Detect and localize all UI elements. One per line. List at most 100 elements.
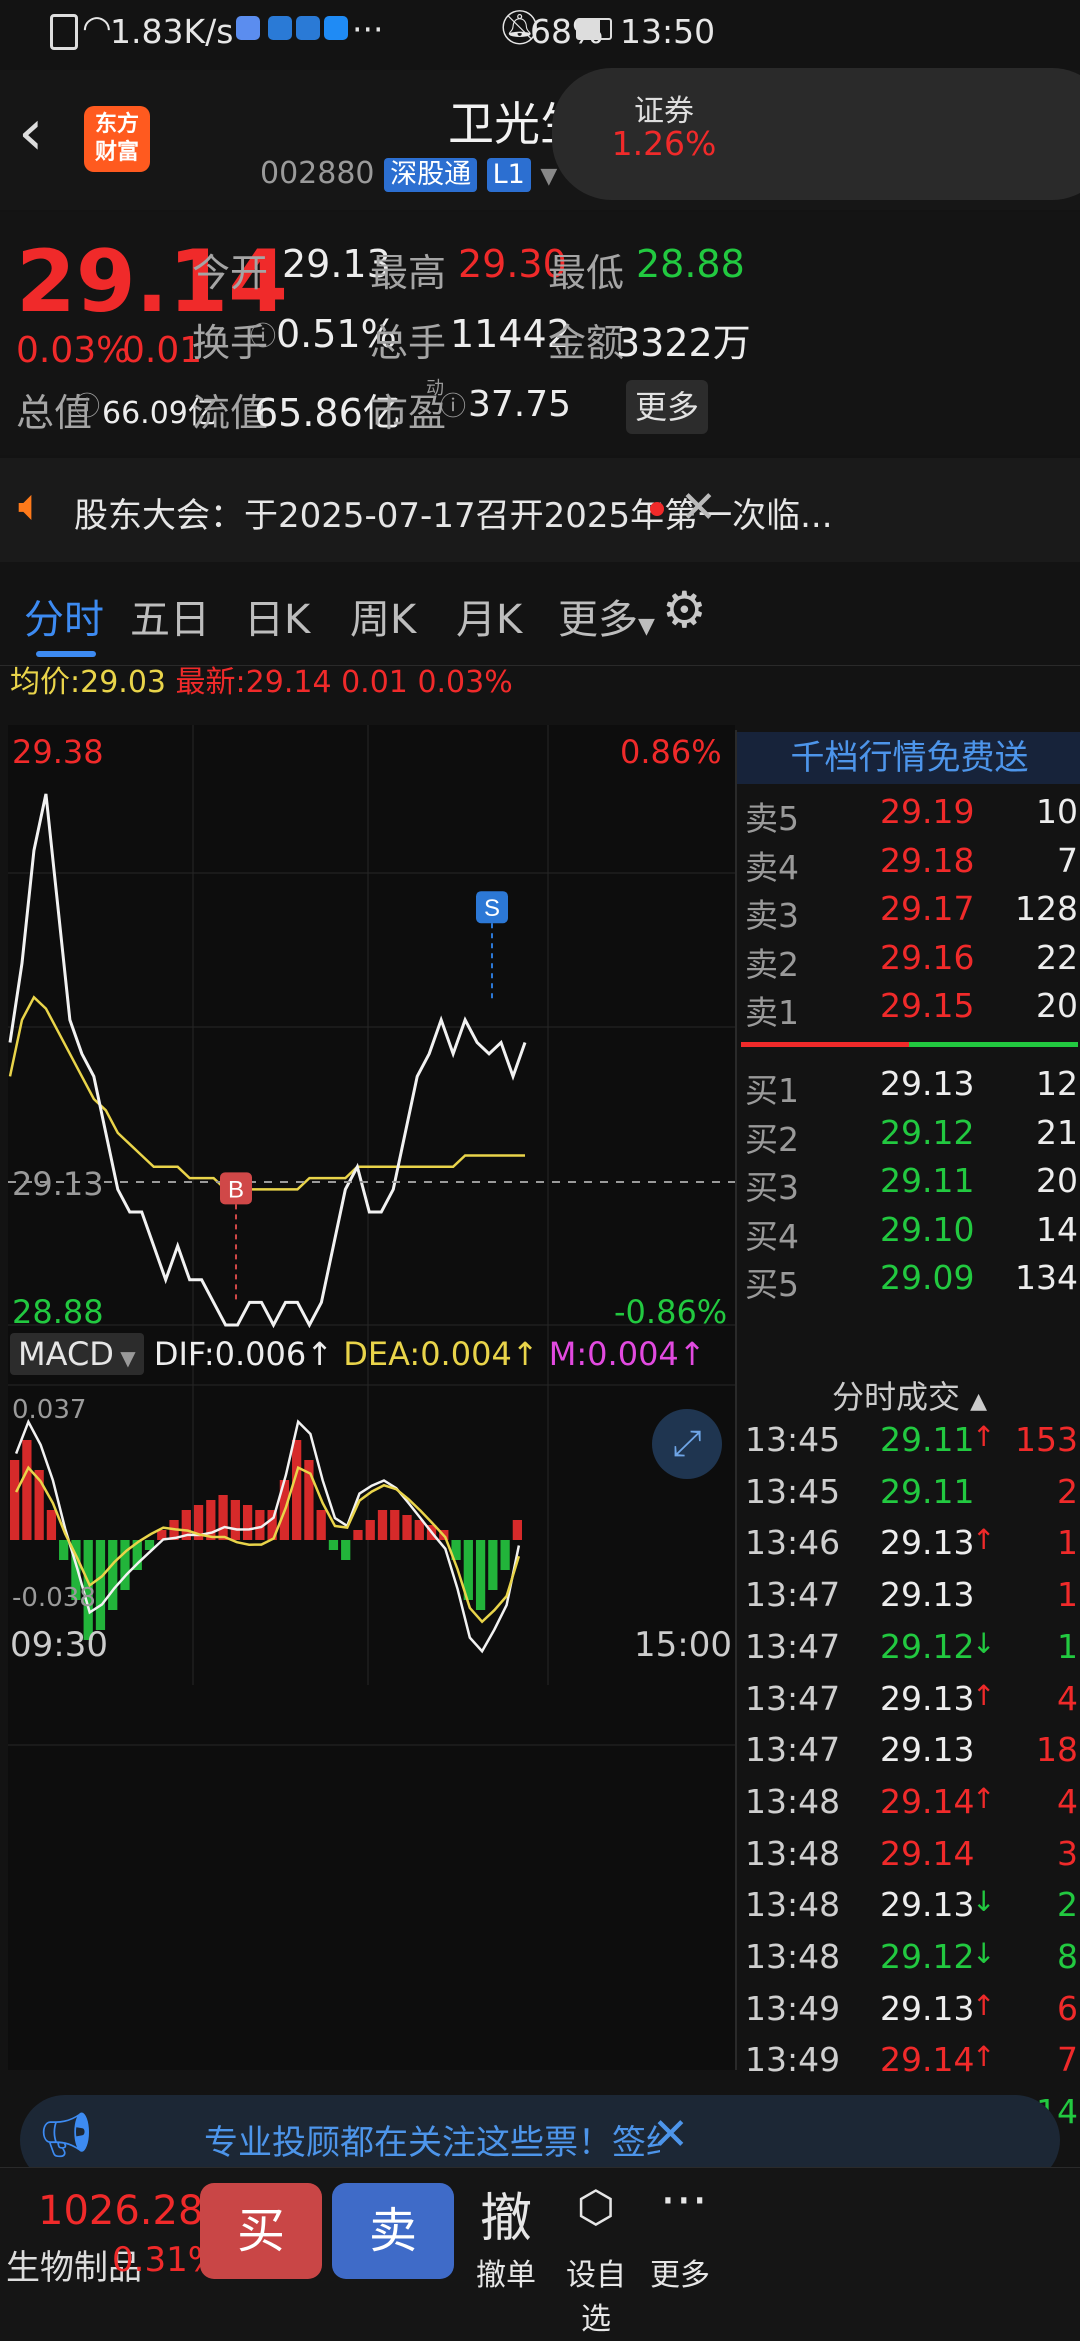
m-value: M:0.004 [548, 1335, 679, 1373]
buy-marker-label: B [228, 1176, 244, 1203]
chart-svg[interactable]: BS [0, 725, 735, 2070]
buy-row: 买4 29.10 14 [737, 1210, 1080, 1258]
buy-volume: 14 [1036, 1209, 1078, 1249]
open-label: 今开 [192, 251, 269, 295]
change-amount: 0.01 [122, 330, 203, 371]
sell-price: 29.17 [880, 889, 975, 928]
sell-button[interactable]: 卖 [332, 2183, 454, 2279]
tick-volume: 153 [1015, 1420, 1078, 1459]
chart-info-line: 均价:29.03 最新:29.14 0.01 0.03% [10, 657, 513, 701]
buy-volume: 12 [1036, 1064, 1078, 1103]
watchlist-icon[interactable]: ⬡ [574, 2182, 618, 2233]
latest-label: 最新: [175, 665, 246, 700]
tab-more[interactable]: 更多▼ [558, 587, 655, 645]
tick-time: 13:48 [745, 1781, 841, 1821]
dropdown-icon: ▼ [540, 164, 558, 189]
ticks-title[interactable]: 分时成交 ▲ [737, 1372, 1080, 1418]
more-label[interactable]: 更多 [650, 2250, 710, 2294]
net-speed: 1.83K/s [110, 12, 234, 51]
macd-bar [242, 1505, 253, 1540]
clock: 13:50 [620, 12, 716, 51]
index-value[interactable]: 1026.28 [38, 2188, 203, 2234]
volume-label: 总手 [370, 321, 447, 365]
tick-time: 13:46 [745, 1523, 841, 1563]
stock-code-row[interactable]: 002880 深股通 L1 ▼ [260, 156, 557, 192]
tick-time: 13:47 [745, 1626, 841, 1666]
macd-bar [328, 1540, 339, 1550]
tick-price: 29.11 [880, 1420, 975, 1459]
info-icon[interactable]: ⓘ [74, 386, 100, 423]
buy-button[interactable]: 买 [200, 2183, 322, 2279]
tick-row: 13:48 29.12 ↓ 8 [737, 1937, 1080, 1987]
banner-text: 专业投顾都在关注这些票！签约领取5 [204, 2123, 660, 2163]
sell-volume: 20 [1036, 986, 1078, 1025]
buy-price: 29.13 [880, 1064, 975, 1103]
cancel-icon[interactable]: 撤 [476, 2176, 536, 2251]
more-quote-button[interactable]: 更多 [626, 380, 708, 434]
tick-row: 13:48 29.14 3 [737, 1834, 1080, 1884]
tab-monthly-k[interactable]: 月K [456, 587, 522, 645]
tick-volume: 4 [1057, 1678, 1078, 1718]
battery-icon [576, 18, 612, 40]
tab-intraday[interactable]: 分时 [24, 587, 104, 645]
sell-row: 卖2 29.16 22 [737, 938, 1080, 986]
amount-label: 金额 [548, 321, 625, 365]
tick-volume: 1 [1057, 1523, 1078, 1563]
ref-label: 29.13 [12, 1165, 104, 1203]
macd-bar [414, 1520, 424, 1540]
level-promo[interactable]: 千档行情免费送 [737, 732, 1080, 784]
tab-daily-k[interactable]: 日K [244, 587, 310, 645]
stock-header: ‹ 东方 财富 卫光生物 002880 深股通 L1 ▼ 证券 1.26% [0, 68, 1080, 210]
wifi-icon: ◠ [82, 8, 112, 48]
latest-change: 0.01 [341, 665, 408, 700]
tick-time: 13:48 [745, 1937, 841, 1976]
tick-row: 13:48 29.13 ↓ 2 [737, 1885, 1080, 1935]
amount-value: 3322万 [616, 321, 751, 365]
cancel-order-label[interactable]: 撤单 [470, 2250, 542, 2294]
tick-volume: 18 [1036, 1730, 1078, 1770]
tick-time: 13:47 [745, 1678, 841, 1718]
period-tabs: 分时 五日 日K 周K 月K 更多▼ ⚙ [0, 565, 1080, 666]
macd-bar [95, 1540, 106, 1630]
macd-bar [488, 1540, 498, 1590]
tick-direction-icon: ↓ [972, 1626, 996, 1660]
tick-time: 13:45 [745, 1471, 841, 1511]
index-pill[interactable]: 证券 1.26% [552, 68, 1080, 200]
tab-five-day[interactable]: 五日 [130, 587, 210, 645]
tick-price: 29.14 [880, 2040, 975, 2080]
sell-level: 卖4 [745, 847, 799, 887]
add-watchlist-label[interactable]: 设自选 [552, 2250, 640, 2338]
sell-marker-label: S [484, 895, 500, 922]
close-icon[interactable]: ✕ [652, 2109, 689, 2160]
tick-time: 13:48 [745, 1833, 841, 1873]
tick-direction-icon: ↑ [972, 1420, 996, 1453]
settings-gear-icon[interactable]: ⚙ [662, 581, 707, 639]
more-icon[interactable]: ··· [660, 2172, 708, 2230]
close-icon[interactable]: ✕ [680, 482, 717, 533]
expand-icon[interactable]: ⤢ [652, 1409, 722, 1479]
buy-level: 买4 [745, 1216, 799, 1256]
info-icon[interactable]: ⓘ [250, 316, 276, 353]
tick-volume: 4 [1057, 1781, 1078, 1821]
tick-direction-icon: ↑ [972, 1523, 996, 1557]
change-percent: 0.03% [16, 330, 131, 371]
buy-level: 买1 [745, 1071, 799, 1110]
notice-bar[interactable]: 🔈︎ 股东大会：于2025-07-17召开2025年第一次临... ✕ [0, 458, 1080, 562]
tick-row: 13:49 29.14 ↑ 7 [737, 2040, 1080, 2090]
level-badge: L1 [486, 158, 531, 192]
tick-volume: 1 [1057, 1626, 1078, 1666]
tick-direction-icon: ↓ [972, 1885, 996, 1919]
macd-bottom-label: -0.038 [12, 1583, 96, 1613]
buy-price: 29.12 [880, 1112, 975, 1152]
indicator-selector[interactable]: MACD ▼ [10, 1333, 144, 1375]
buy-row: 买2 29.12 21 [737, 1113, 1080, 1161]
app-icon [236, 16, 260, 40]
tick-time: 13:49 [745, 2040, 841, 2080]
macd-bar [46, 1510, 57, 1540]
y-max-label: 29.38 [12, 733, 104, 771]
tick-volume: 6 [1057, 1988, 1078, 2028]
info-icon[interactable]: ⓘ [440, 386, 466, 423]
tab-weekly-k[interactable]: 周K [350, 587, 416, 645]
sell-price: 29.19 [880, 792, 975, 831]
avg-label: 均价: [10, 665, 81, 700]
